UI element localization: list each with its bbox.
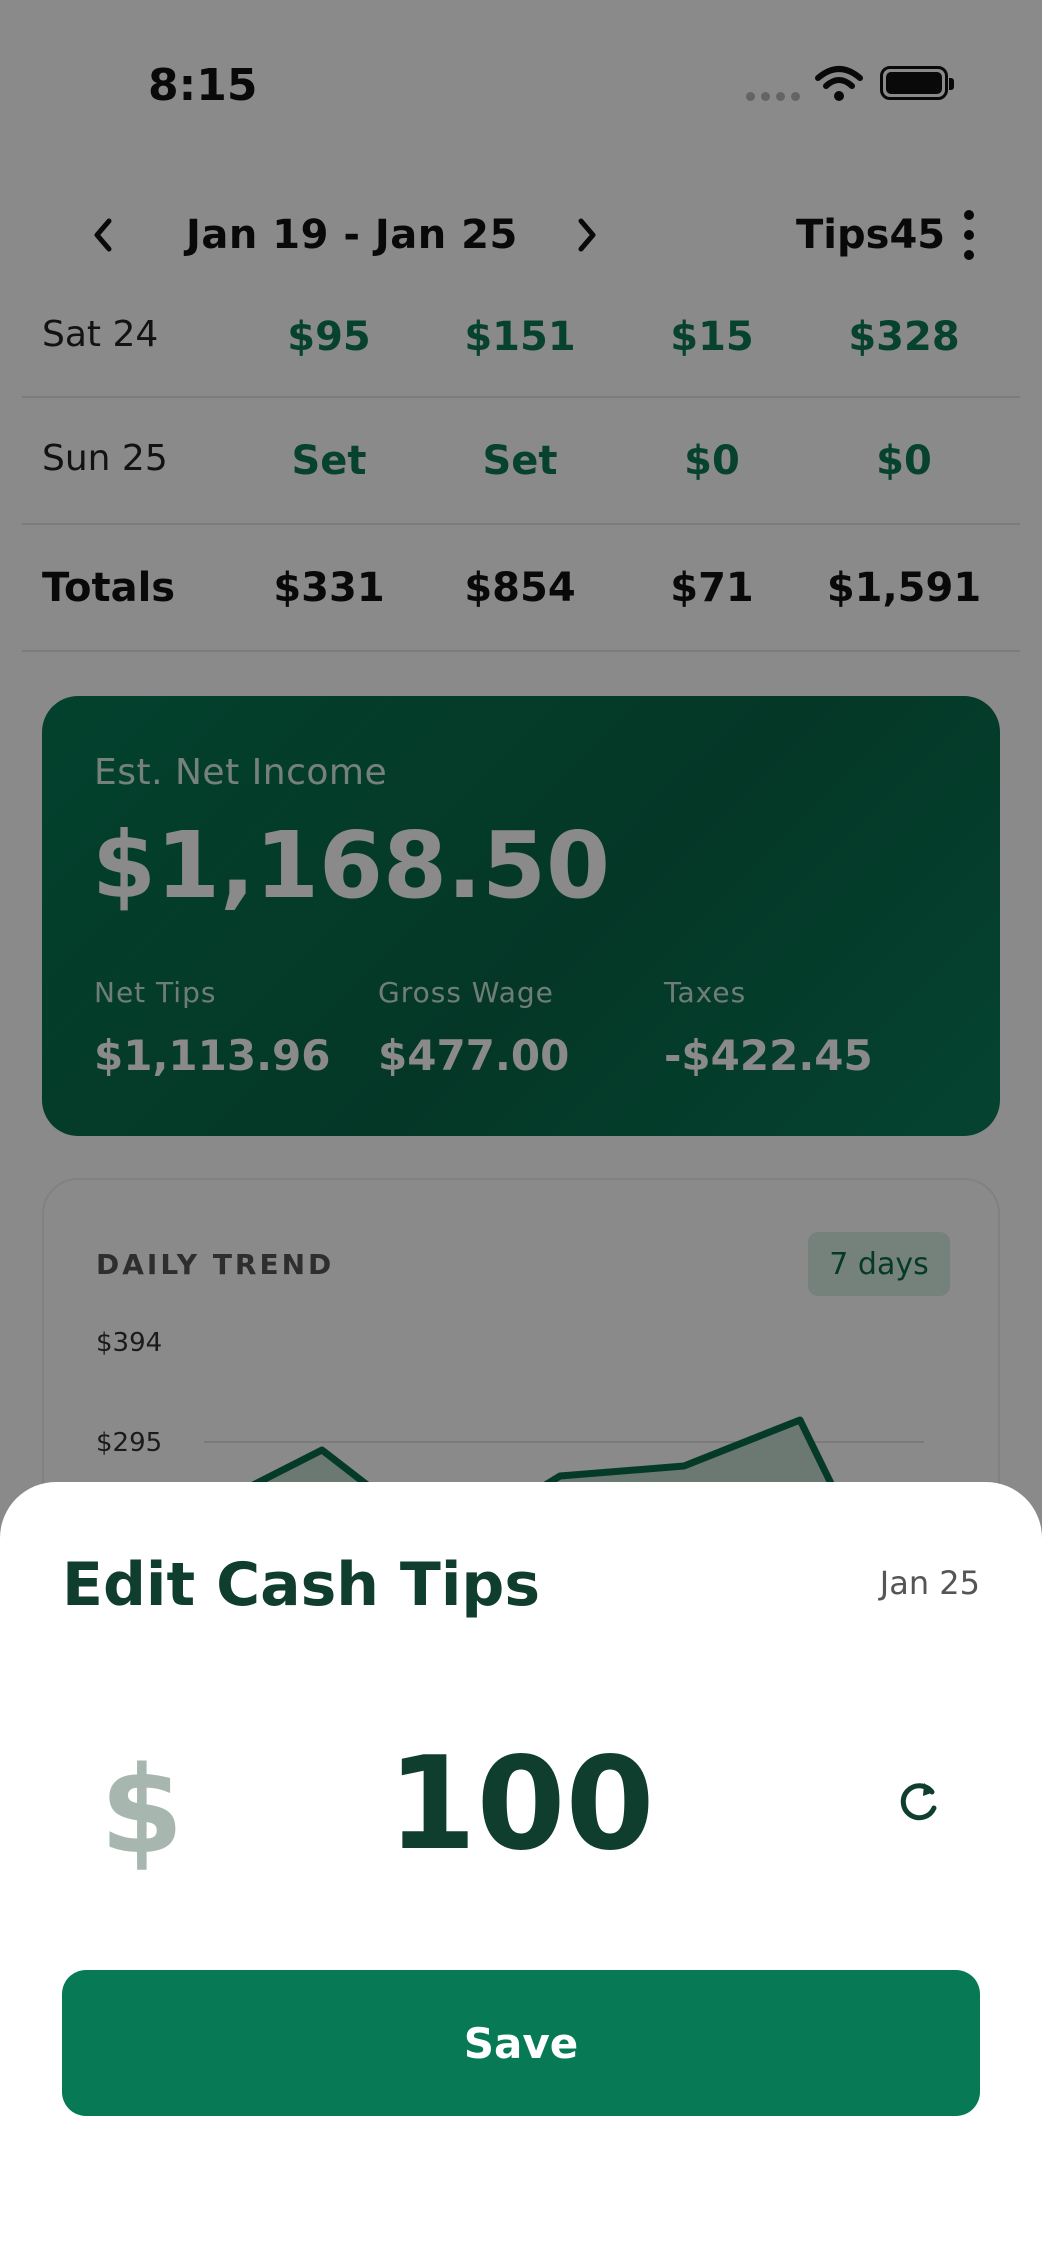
reset-amount-button[interactable] (888, 1770, 950, 1832)
app-root: 8:15 Jan 19 - Jan 25 Tips45 Sat 24 $95 $… (0, 0, 1042, 2265)
sheet-title: Edit Cash Tips (62, 1550, 541, 1620)
edit-cash-tips-sheet: Edit Cash Tips Jan 25 100 $ Save (0, 1482, 1042, 2265)
sheet-date: Jan 25 (879, 1564, 980, 1602)
refresh-icon (900, 1783, 937, 1821)
currency-symbol: $ (100, 1742, 184, 1881)
save-button[interactable]: Save (62, 1970, 980, 2116)
